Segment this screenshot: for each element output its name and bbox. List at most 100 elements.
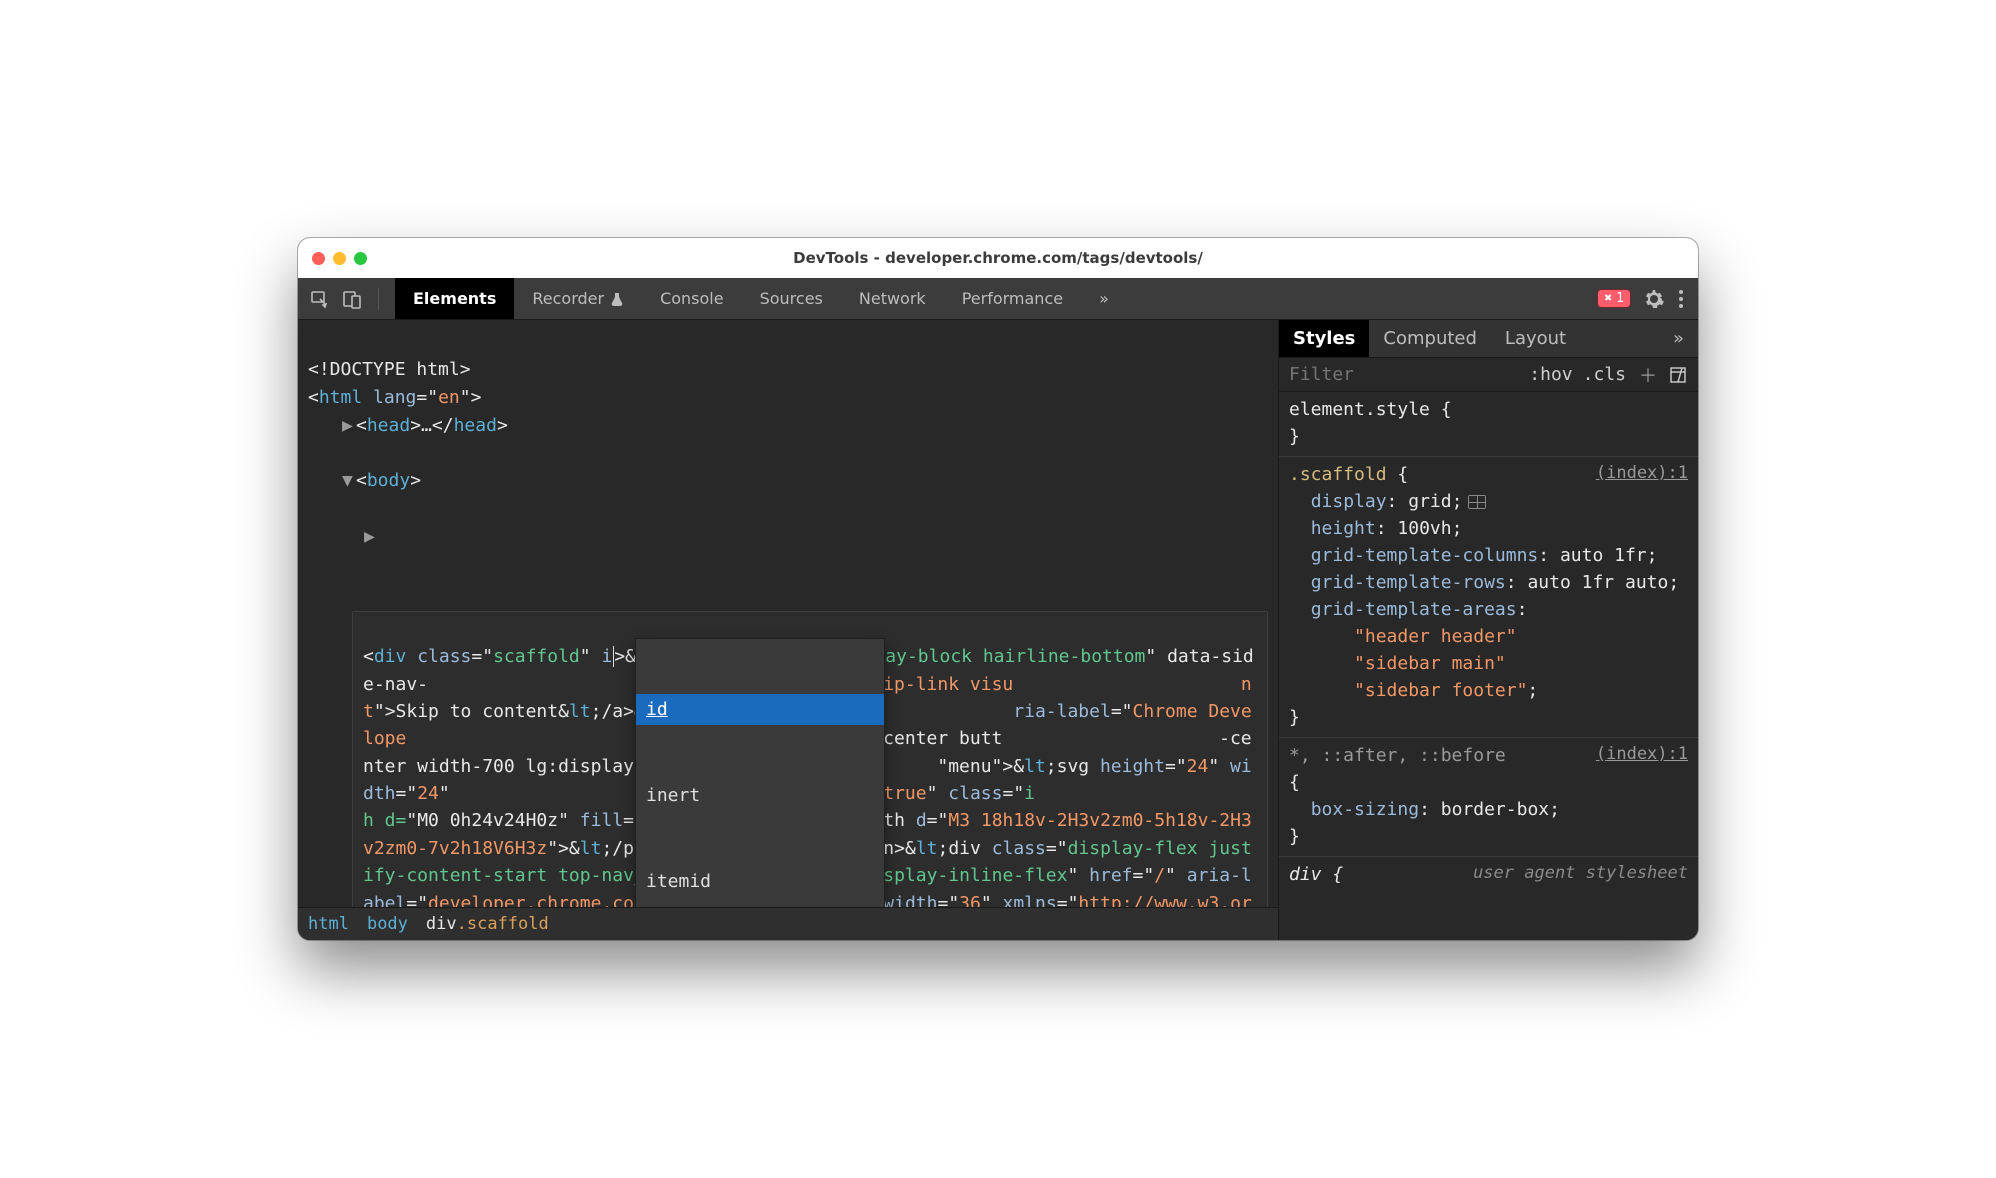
window-titlebar: DevTools - developer.chrome.com/tags/dev… [298,238,1698,278]
tab-network[interactable]: Network [841,278,944,319]
toolbar-divider [378,288,379,310]
css-property: box-sizing [1311,799,1419,820]
autocomplete-label: id [646,699,668,720]
tab-sources[interactable]: Sources [742,278,841,319]
error-x-icon: ✖ [1604,291,1612,306]
tab-label: Network [859,289,926,308]
selector: element.style [1289,399,1430,420]
style-rules: element.style { } (index):1 .scaffold { … [1279,392,1698,940]
devtools-window: DevTools - developer.chrome.com/tags/dev… [298,238,1698,940]
class-value: scaffold [493,646,580,667]
tab-label: Recorder [532,289,604,308]
head-tag: head [367,415,410,436]
breadcrumb[interactable]: div.scaffold [426,914,549,934]
css-value: border-box [1441,799,1549,820]
sidebar-tabs-overflow[interactable]: » [1659,320,1698,357]
styles-sidebar: Styles Computed Layout » :hov .cls ＋ ele… [1278,320,1698,940]
expand-triangle-icon[interactable]: ▶ [342,412,356,440]
breadcrumb[interactable]: body [367,914,408,934]
close-window-button[interactable] [312,252,325,265]
css-value: auto 1fr auto [1527,572,1668,593]
attr-value: en [438,387,460,408]
css-property: display [1311,491,1387,512]
tab-label: Styles [1293,328,1355,349]
selector: div [1289,864,1322,885]
user-agent-label: user agent stylesheet [1473,861,1688,887]
styles-filter-bar: :hov .cls ＋ [1279,358,1698,392]
gear-icon[interactable] [1644,289,1664,309]
tab-label: Performance [962,289,1063,308]
autocomplete-label: inert [646,785,700,806]
cls-toggle[interactable]: .cls [1583,364,1626,385]
tab-label: Layout [1505,328,1566,349]
chevron-icon: » [1099,289,1109,308]
ellipsis: … [421,415,432,436]
tab-elements[interactable]: Elements [395,278,514,319]
rule-element-style[interactable]: element.style { } [1279,392,1698,457]
html-tag: html [319,387,362,408]
css-property: grid-template-areas [1311,599,1517,620]
attr-name: lang [373,387,416,408]
rule-source-link[interactable]: (index):1 [1596,742,1688,768]
tab-label: Elements [413,289,496,308]
tab-label: Console [660,289,724,308]
hov-toggle[interactable]: :hov [1529,364,1572,385]
rule-source-link[interactable]: (index):1 [1596,461,1688,487]
kebab-menu-icon[interactable] [1678,289,1684,309]
error-count: 1 [1616,291,1624,306]
elements-panel: <!DOCTYPE html> <html lang="en"> ▶<head>… [298,320,1278,940]
autocomplete-item[interactable]: inert [636,780,884,811]
traffic-lights [312,252,367,265]
styles-filter-input[interactable] [1287,363,1387,386]
panel-tabs: Elements Recorder Console Sources Networ… [395,278,1127,319]
device-toolbar-icon[interactable] [342,289,362,309]
sidebar-tab-computed[interactable]: Computed [1369,320,1491,357]
tabs-overflow[interactable]: » [1081,278,1127,319]
css-value: "sidebar footer" [1354,680,1527,701]
collapse-triangle-icon[interactable]: ▼ [342,467,356,495]
tab-label: Computed [1383,328,1477,349]
editing-node[interactable]: <div class="scaffold" i>&lt;top-nav clas… [352,611,1268,907]
tab-label: Sources [760,289,823,308]
doctype-line: <!DOCTYPE html> [308,359,471,380]
dom-tree[interactable]: <!DOCTYPE html> <html lang="en"> ▶<head>… [298,320,1278,907]
selector: .scaffold [1289,464,1387,485]
window-title: DevTools - developer.chrome.com/tags/dev… [298,249,1698,267]
rule-universal[interactable]: (index):1 *, ::after, ::before{ box-sizi… [1279,738,1698,857]
tab-recorder[interactable]: Recorder [514,278,642,319]
sidebar-tab-styles[interactable]: Styles [1279,320,1369,357]
attr-name: class [417,646,471,667]
dom-breadcrumbs: html body div.scaffold [298,907,1278,940]
autocomplete-item[interactable]: itemid [636,866,884,897]
rule-scaffold[interactable]: (index):1 .scaffold { display: grid; hei… [1279,457,1698,738]
rule-user-agent[interactable]: user agent stylesheet div { [1279,857,1698,894]
autocomplete-label: itemid [646,871,711,892]
sidebar-tabs: Styles Computed Layout » [1279,320,1698,358]
css-value: "sidebar main" [1354,653,1506,674]
error-badge[interactable]: ✖ 1 [1598,290,1630,307]
css-property: grid-template-rows [1311,572,1506,593]
chevron-icon: » [1673,328,1684,349]
main-split: <!DOCTYPE html> <html lang="en"> ▶<head>… [298,320,1698,940]
new-style-rule-button[interactable]: ＋ [1638,362,1658,388]
div-tag: div [374,646,407,667]
typed-text: i [601,646,612,667]
css-property: grid-template-columns [1311,545,1539,566]
rendering-emulations-icon[interactable] [1670,367,1690,383]
body-tag: body [367,470,410,491]
grid-badge-icon[interactable] [1468,495,1486,509]
flask-icon [610,292,624,306]
expand-triangle-icon[interactable]: ▶ [364,523,378,551]
tab-performance[interactable]: Performance [944,278,1081,319]
tab-console[interactable]: Console [642,278,742,319]
css-value: auto 1fr [1560,545,1647,566]
autocomplete-item[interactable]: id [636,694,884,725]
minimize-window-button[interactable] [333,252,346,265]
sidebar-tab-layout[interactable]: Layout [1491,320,1580,357]
inspect-element-icon[interactable] [310,289,330,309]
main-toolbar: Elements Recorder Console Sources Networ… [298,278,1698,320]
css-value: "header header" [1354,626,1517,647]
breadcrumb[interactable]: html [308,914,349,934]
selector: *, ::after, ::before [1289,745,1506,766]
zoom-window-button[interactable] [354,252,367,265]
